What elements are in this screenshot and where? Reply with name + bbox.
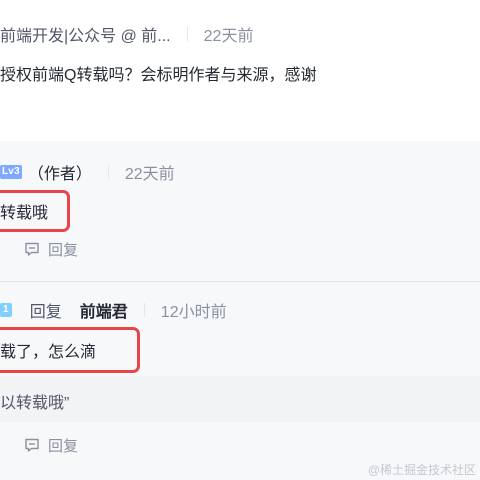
quoted-reply [0, 376, 480, 422]
level-badge: Lv3 [0, 165, 22, 179]
comment-icon [25, 242, 39, 256]
meta-divider [186, 27, 188, 41]
reply-time: 12小时前 [160, 304, 227, 321]
reply-button[interactable]: 回复 [24, 238, 78, 260]
reply-to-label: 回复 [29, 304, 62, 321]
reply-time: 22天前 [124, 166, 175, 183]
reply-target-name[interactable]: 前端君 [80, 298, 128, 322]
meta-divider [107, 165, 109, 179]
watermark: @稀土掘金技术社区 [367, 463, 476, 477]
level-badge: 1 [0, 303, 12, 317]
author-role-tag: （作者） [27, 166, 92, 183]
comment-header: 前端开发|公众号 @ 前... 22天前 [0, 22, 253, 46]
reply-header: Lv3 （作者） 22天前 [0, 160, 175, 184]
comment-icon [25, 438, 39, 452]
comment-time: 22天前 [203, 28, 254, 45]
comment-content: 授权前端Q转载吗？会标明作者与来源，感谢 [0, 67, 317, 84]
meta-divider [143, 303, 145, 317]
comment-author-name[interactable]: 前端开发|公众号 @ 前... [0, 22, 171, 46]
reply-content: 载了，怎么滴 [0, 344, 97, 361]
reply-button-label: 回复 [48, 241, 79, 259]
reply-header: 1 回复 前端君 12小时前 [0, 298, 227, 322]
quoted-reply-text: 以转载哦” [0, 395, 70, 412]
reply-button[interactable]: 回复 [24, 434, 78, 456]
reply-button-label: 回复 [48, 437, 79, 455]
reply-divider [0, 281, 480, 282]
reply-content: 转载哦 [0, 205, 49, 222]
